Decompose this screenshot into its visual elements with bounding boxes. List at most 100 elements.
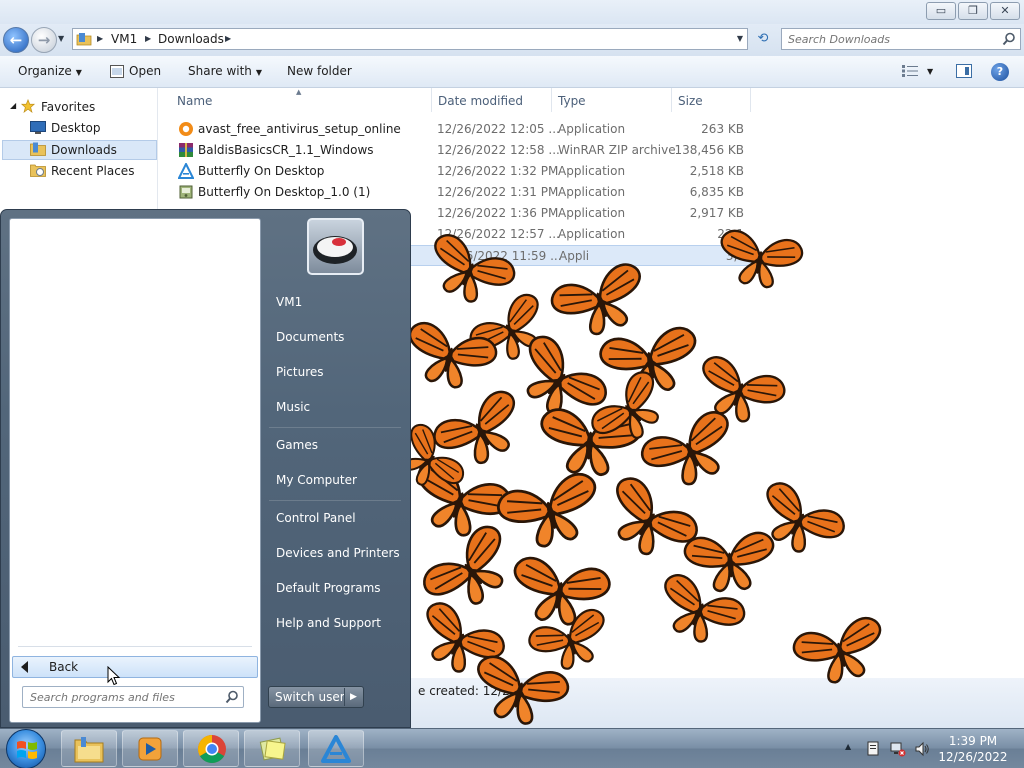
maximize-button[interactable]: ❐ (958, 2, 988, 20)
star-icon (20, 99, 36, 113)
share-with-button[interactable]: Share with ▼ (188, 64, 262, 78)
volume-icon[interactable] (914, 741, 930, 757)
column-size[interactable]: Size (678, 94, 703, 108)
column-type[interactable]: Type (558, 94, 586, 108)
preview-pane-icon[interactable] (956, 64, 972, 78)
chevron-down-icon[interactable]: ▼ (927, 67, 933, 76)
new-folder-button[interactable]: New folder (287, 64, 352, 78)
breadcrumb-separator-icon[interactable]: ▶ (97, 34, 103, 43)
taskbar-butterfly-app[interactable] (308, 730, 364, 767)
back-nav-button[interactable]: ← (3, 27, 29, 53)
avast-icon (179, 122, 193, 136)
start-menu-programs-pane: Back (9, 218, 261, 723)
file-row[interactable]: Butterfly On Desktop_1.0 (1) 12/26/2022 … (172, 182, 752, 203)
breadcrumb-vm1[interactable]: VM1 (111, 32, 137, 46)
address-bar[interactable]: ▶ VM1 ▶ Downloads ▶ ▼ (72, 28, 748, 50)
file-type: Application (558, 122, 626, 136)
search-input[interactable] (788, 32, 993, 47)
minimize-button[interactable]: ▭ (926, 2, 956, 20)
back-arrow-icon (21, 661, 28, 673)
nav-desktop[interactable]: Desktop (51, 121, 101, 135)
file-size: 2,917 KB (689, 206, 744, 220)
show-hidden-icons-button[interactable]: ▲ (845, 742, 851, 751)
address-row: ← → ▼ ▶ VM1 ▶ Downloads ▶ ▼ ⟲ (0, 24, 1024, 56)
refresh-icon: ⟲ (757, 31, 769, 46)
file-size: 2,518 KB (689, 164, 744, 178)
breadcrumb-separator-icon[interactable]: ▶ (225, 34, 231, 43)
open-button[interactable]: Open (110, 64, 161, 78)
breadcrumb-downloads[interactable]: Downloads (158, 32, 224, 46)
network-icon[interactable] (890, 741, 906, 757)
command-bar: Organize ▼ Open Share with ▼ New folder ▼ … (0, 56, 1024, 88)
change-view-icon[interactable] (902, 65, 918, 77)
title-bar: ▭ ❐ ✕ (0, 0, 1024, 24)
forward-nav-button[interactable]: → (31, 27, 57, 53)
chrome-icon (198, 735, 226, 763)
start-link-vm1[interactable]: VM1 (276, 295, 302, 309)
address-dropdown-icon[interactable]: ▼ (737, 34, 743, 43)
start-link-music[interactable]: Music (276, 400, 310, 414)
back-button[interactable]: Back (12, 656, 258, 678)
recent-pages-dropdown[interactable]: ▼ (58, 34, 64, 43)
taskbar-explorer[interactable] (61, 730, 117, 767)
search-icon[interactable] (225, 690, 239, 704)
organize-button[interactable]: Organize ▼ (18, 64, 82, 78)
taskbar-notes[interactable] (244, 730, 300, 767)
divider (269, 427, 401, 428)
organize-label: Organize (18, 64, 72, 78)
system-clock[interactable]: 1:39 PM 12/26/2022 (938, 733, 1008, 765)
start-link-control-panel[interactable]: Control Panel (276, 511, 356, 525)
start-link-my-computer[interactable]: My Computer (276, 473, 357, 487)
nav-recent-places[interactable]: Recent Places (51, 164, 134, 178)
column-date-modified[interactable]: Date modified (438, 94, 523, 108)
open-icon (110, 65, 124, 78)
nav-downloads[interactable]: Downloads (51, 143, 117, 157)
start-link-help-support[interactable]: Help and Support (276, 616, 381, 630)
shutdown-options-arrow-icon[interactable]: ▶ (344, 688, 362, 706)
column-divider[interactable] (750, 88, 751, 112)
search-box[interactable] (781, 28, 1021, 50)
start-link-documents[interactable]: Documents (276, 330, 344, 344)
user-picture-icon (313, 236, 357, 264)
column-divider[interactable] (671, 88, 672, 112)
chevron-down-icon: ▼ (255, 68, 263, 77)
file-row[interactable]: Butterfly On Desktop 12/26/2022 1:32 PM … (172, 161, 752, 182)
close-button[interactable]: ✕ (990, 2, 1020, 20)
help-icon[interactable]: ? (991, 63, 1009, 81)
file-name: Butterfly On Desktop (198, 164, 325, 178)
taskbar-chrome[interactable] (183, 730, 239, 767)
file-size: 263 KB (701, 122, 744, 136)
taskbar-media-player[interactable] (122, 730, 178, 767)
expand-arrow-icon[interactable]: ◢ (10, 101, 16, 110)
switch-user-button[interactable]: Switch user ▶ (268, 686, 364, 708)
start-link-pictures[interactable]: Pictures (276, 365, 324, 379)
start-button[interactable] (6, 729, 46, 768)
back-arrow-icon: ← (9, 31, 23, 49)
start-link-devices-printers[interactable]: Devices and Printers (276, 546, 400, 560)
file-row[interactable]: BaldisBasicsCR_1.1_Windows 12/26/2022 12… (172, 140, 752, 161)
back-label: Back (49, 660, 79, 674)
column-divider[interactable] (551, 88, 552, 112)
action-center-icon[interactable] (866, 741, 882, 757)
file-type: Application (558, 206, 626, 220)
file-row[interactable]: avast_free_antivirus_setup_online 12/26/… (172, 119, 752, 140)
explorer-icon (74, 737, 104, 763)
recent-places-icon (30, 164, 46, 177)
nav-favorites[interactable]: Favorites (41, 100, 95, 114)
start-link-games[interactable]: Games (276, 438, 318, 452)
switch-user-label: Switch user (275, 690, 345, 704)
mouse-cursor-icon (107, 666, 121, 686)
search-icon[interactable] (1002, 32, 1016, 46)
refresh-button[interactable]: ⟲ (752, 28, 774, 50)
start-search-box[interactable] (22, 686, 244, 708)
breadcrumb-separator-icon[interactable]: ▶ (145, 34, 151, 43)
file-size: 22,1 (717, 227, 744, 241)
divider (18, 646, 252, 647)
notes-icon (259, 737, 286, 761)
column-name[interactable]: Name (177, 94, 212, 108)
start-link-default-programs[interactable]: Default Programs (276, 581, 381, 595)
user-picture-tile[interactable] (307, 218, 364, 275)
column-divider[interactable] (431, 88, 432, 112)
file-date: 12/26/2022 12:57 ... (437, 227, 560, 241)
start-search-input[interactable] (30, 690, 220, 705)
